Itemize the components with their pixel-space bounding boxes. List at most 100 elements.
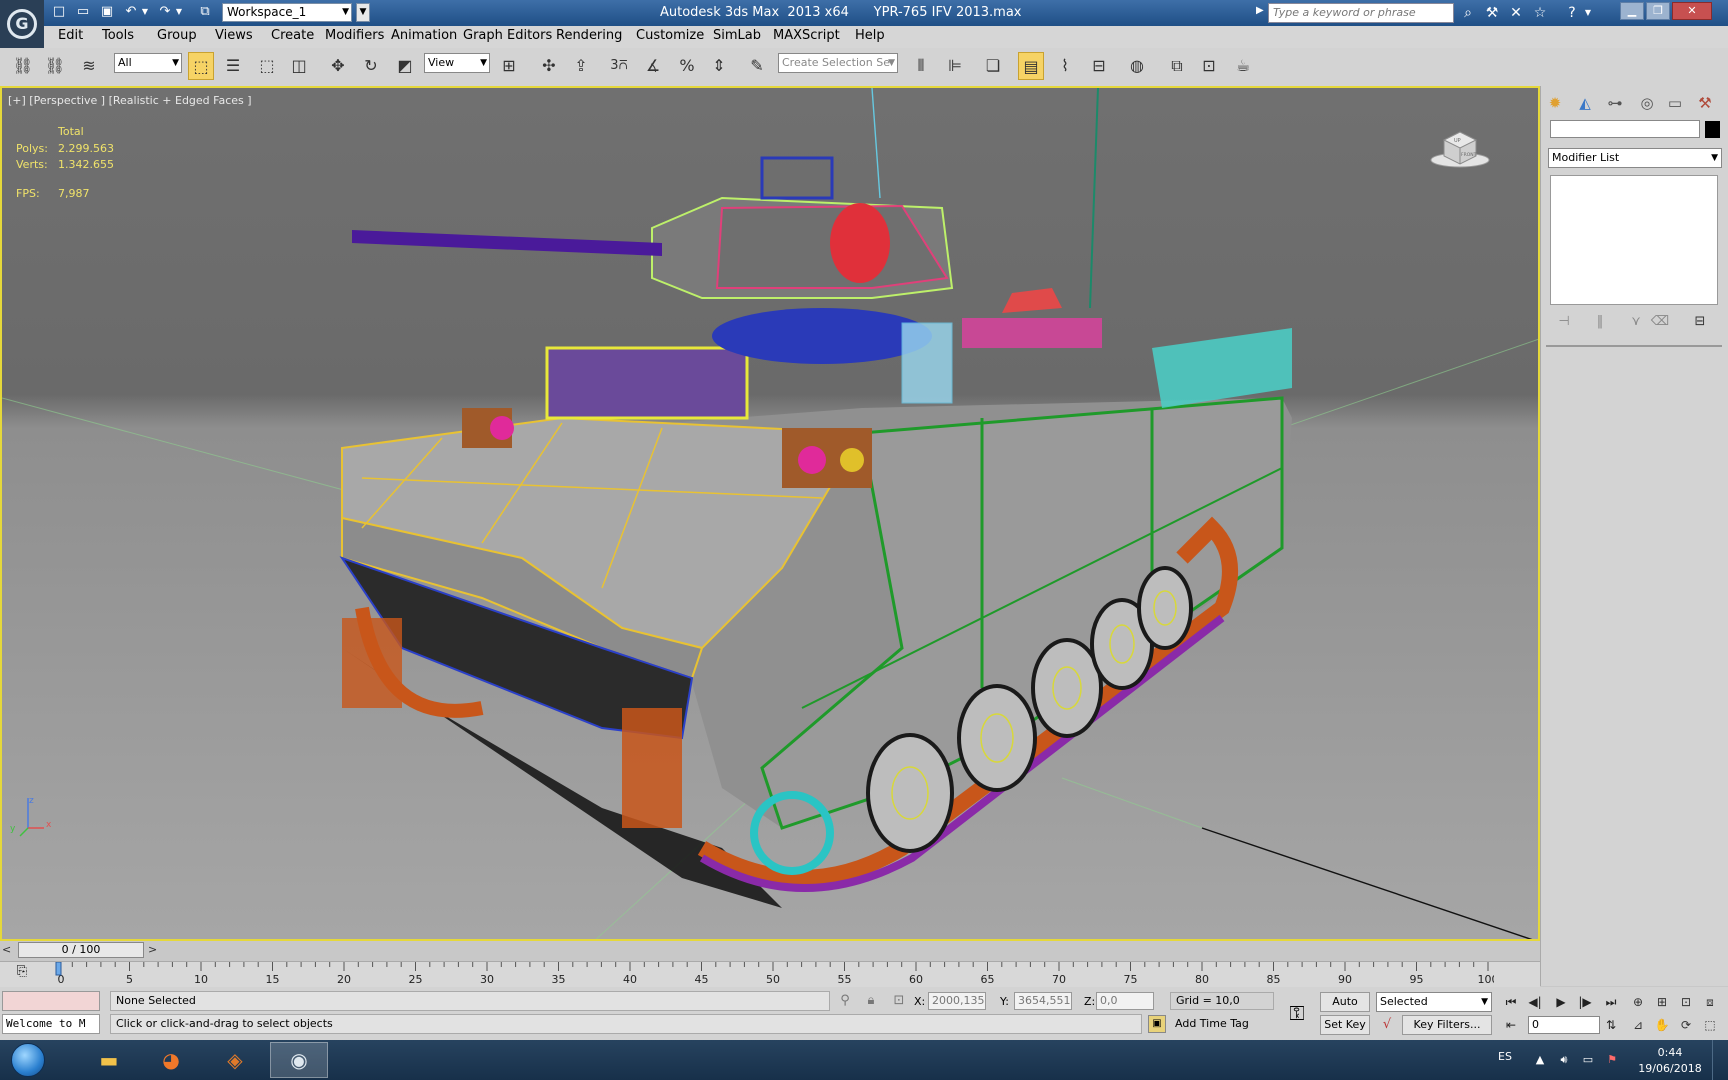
- start-button[interactable]: [6, 1042, 50, 1078]
- clock-date[interactable]: 19/06/2018: [1636, 1062, 1704, 1075]
- selection-filter-dropdown[interactable]: All ▼: [114, 53, 182, 73]
- zoom-extents-all-icon[interactable]: ⧈: [1700, 993, 1720, 1011]
- object-color-swatch[interactable]: [1705, 121, 1720, 138]
- select-and-manipulate-icon[interactable]: ✣: [536, 52, 562, 80]
- menu-animation[interactable]: Animation: [391, 28, 457, 43]
- snaps-toggle-icon[interactable]: 3⩃: [606, 52, 632, 80]
- key-mode-dropdown[interactable]: Selected ▼: [1376, 992, 1492, 1012]
- menu-views[interactable]: Views: [215, 28, 253, 43]
- viewport-label-menu[interactable]: [+] [Perspective ] [Realistic + Edged Fa…: [8, 94, 252, 107]
- schematic-view-icon[interactable]: ⊟: [1086, 52, 1112, 80]
- show-end-result-icon[interactable]: ‖: [1590, 313, 1610, 331]
- save-icon[interactable]: ▣: [98, 3, 116, 21]
- redo-dropdown-icon[interactable]: ▼: [174, 3, 184, 21]
- help-dropdown-icon[interactable]: ▼: [1582, 4, 1594, 22]
- menu-group[interactable]: Group: [157, 28, 197, 43]
- utilities-hammer-icon[interactable]: ⚒: [1694, 92, 1716, 114]
- create-panel-sun-icon[interactable]: ✹: [1544, 92, 1566, 114]
- communication-center-icon[interactable]: ✕: [1506, 4, 1526, 22]
- align-icon[interactable]: ⊫: [942, 52, 968, 80]
- network-icon[interactable]: ▭: [1580, 1052, 1596, 1068]
- pan-view-hand-icon[interactable]: ✋: [1652, 1016, 1672, 1034]
- perspective-viewport[interactable]: [+] [Perspective ] [Realistic + Edged Fa…: [0, 86, 1540, 941]
- zoom-all-icon[interactable]: ⊞: [1652, 993, 1672, 1011]
- maximize-button[interactable]: ❐: [1646, 2, 1670, 20]
- time-slider-next-icon[interactable]: >: [148, 943, 157, 956]
- zoom-extents-icon[interactable]: ⊡: [1676, 993, 1696, 1011]
- select-object-icon[interactable]: ⬚: [188, 52, 214, 80]
- menu-rendering[interactable]: Rendering: [556, 28, 622, 43]
- show-desktop-button[interactable]: [1712, 1040, 1728, 1080]
- maxscript-listener-output[interactable]: [2, 991, 100, 1011]
- absolute-transform-icon[interactable]: ⊡: [890, 992, 908, 1010]
- material-editor-icon[interactable]: ◍: [1124, 52, 1150, 80]
- pin-stack-icon[interactable]: ⊣: [1554, 313, 1574, 331]
- auto-key-button[interactable]: Auto Key: [1320, 992, 1370, 1026]
- display-panel-icon[interactable]: ▭: [1664, 92, 1686, 114]
- hierarchy-panel-icon[interactable]: ⊶: [1604, 92, 1626, 114]
- go-to-end-icon[interactable]: ⏭: [1600, 993, 1622, 1011]
- time-configuration-icon[interactable]: ⇅: [1600, 1016, 1622, 1034]
- motion-panel-icon[interactable]: ◎: [1636, 92, 1658, 114]
- key-mode-toggle-icon[interactable]: ⇤: [1500, 1016, 1522, 1034]
- curve-editor-icon[interactable]: ⌇: [1052, 52, 1078, 80]
- maximize-viewport-toggle-icon[interactable]: ⬚: [1700, 1016, 1720, 1034]
- selection-lock-icon[interactable]: 🔒︎: [862, 992, 880, 1010]
- menu-tools[interactable]: Tools: [102, 28, 134, 43]
- search-expand-icon[interactable]: ▶: [1256, 5, 1264, 16]
- open-mini-curve-editor-icon[interactable]: ⎘: [10, 964, 34, 982]
- time-slider-previous-icon[interactable]: <: [2, 943, 11, 956]
- menu-modifiers[interactable]: Modifiers: [325, 28, 384, 43]
- current-frame-marker[interactable]: [55, 962, 62, 976]
- go-to-start-icon[interactable]: ⏮: [1500, 993, 1522, 1011]
- select-by-name-icon[interactable]: ☰: [220, 52, 246, 80]
- keyboard-shortcut-override-icon[interactable]: ⇪: [568, 52, 594, 80]
- window-crossing-icon[interactable]: ◫: [286, 52, 312, 80]
- menu-create[interactable]: Create: [271, 28, 314, 43]
- input-language[interactable]: ES: [1498, 1050, 1512, 1063]
- undo-dropdown-icon[interactable]: ▼: [140, 3, 150, 21]
- previous-frame-icon[interactable]: ◀|: [1524, 993, 1546, 1011]
- menu-customize[interactable]: Customize: [636, 28, 704, 43]
- redo-icon[interactable]: ↷: [156, 3, 174, 21]
- binoculars-search-icon[interactable]: ⌕: [1458, 4, 1478, 22]
- modify-panel-icon[interactable]: ◭: [1574, 92, 1596, 114]
- select-and-rotate-icon[interactable]: ↻: [358, 52, 384, 80]
- autodesk-app-icon[interactable]: ◈: [206, 1042, 264, 1078]
- search-input[interactable]: Type a keyword or phrase: [1268, 3, 1454, 23]
- workspace-dropdown[interactable]: Workspace_1 ▼: [222, 3, 352, 22]
- modifier-list-dropdown[interactable]: Modifier List ▼: [1548, 148, 1722, 168]
- 3dsmax-taskbar-icon[interactable]: ◉: [270, 1042, 328, 1078]
- open-file-icon[interactable]: ▭: [74, 3, 92, 21]
- set-keys-key-icon[interactable]: ⚿: [1278, 992, 1316, 1034]
- z-coordinate-field[interactable]: 0,0: [1096, 992, 1154, 1010]
- undo-icon[interactable]: ↶: [122, 3, 140, 21]
- project-folder-icon[interactable]: ⧉: [196, 3, 214, 21]
- help-icon[interactable]: ?: [1562, 4, 1582, 22]
- default-in-out-tangents-icon[interactable]: √: [1376, 1015, 1398, 1035]
- named-selection-set-dropdown[interactable]: Create Selection Se ▼: [778, 53, 898, 73]
- bind-to-space-warp-icon[interactable]: ≋: [76, 52, 102, 80]
- rectangular-selection-icon[interactable]: ⬚: [254, 52, 280, 80]
- percent-snap-icon[interactable]: %: [674, 52, 700, 80]
- pivot-center-icon[interactable]: ⊞: [496, 52, 522, 80]
- action-center-flag-icon[interactable]: ⚑: [1604, 1052, 1620, 1068]
- select-and-move-icon[interactable]: ✥: [325, 52, 351, 80]
- remove-modifier-icon[interactable]: ⌫: [1650, 313, 1670, 331]
- render-setup-icon[interactable]: ⧉: [1164, 52, 1190, 80]
- layer-manager-icon[interactable]: ❏: [980, 52, 1006, 80]
- add-time-tag[interactable]: Add Time Tag: [1170, 1015, 1279, 1033]
- clock-time[interactable]: 0:44: [1642, 1046, 1698, 1059]
- volume-icon[interactable]: 🔊︎: [1556, 1052, 1572, 1068]
- menu-maxscript[interactable]: MAXScript: [773, 28, 840, 43]
- mirror-icon[interactable]: ⫴: [908, 52, 934, 80]
- current-frame-field[interactable]: 0: [1528, 1016, 1600, 1034]
- favorites-star-icon[interactable]: ☆: [1530, 4, 1550, 22]
- rendered-frame-window-icon[interactable]: ⊡: [1196, 52, 1222, 80]
- field-of-view-icon[interactable]: ⊿: [1628, 1016, 1648, 1034]
- time-slider[interactable]: [0, 941, 1540, 961]
- isolate-selection-bulb-icon[interactable]: ⚲: [836, 992, 854, 1010]
- quick-access-customize-button[interactable]: ▼: [356, 3, 370, 22]
- menu-simlab[interactable]: SimLab: [713, 28, 761, 43]
- maxscript-mini-listener[interactable]: Welcome to M: [2, 1014, 100, 1034]
